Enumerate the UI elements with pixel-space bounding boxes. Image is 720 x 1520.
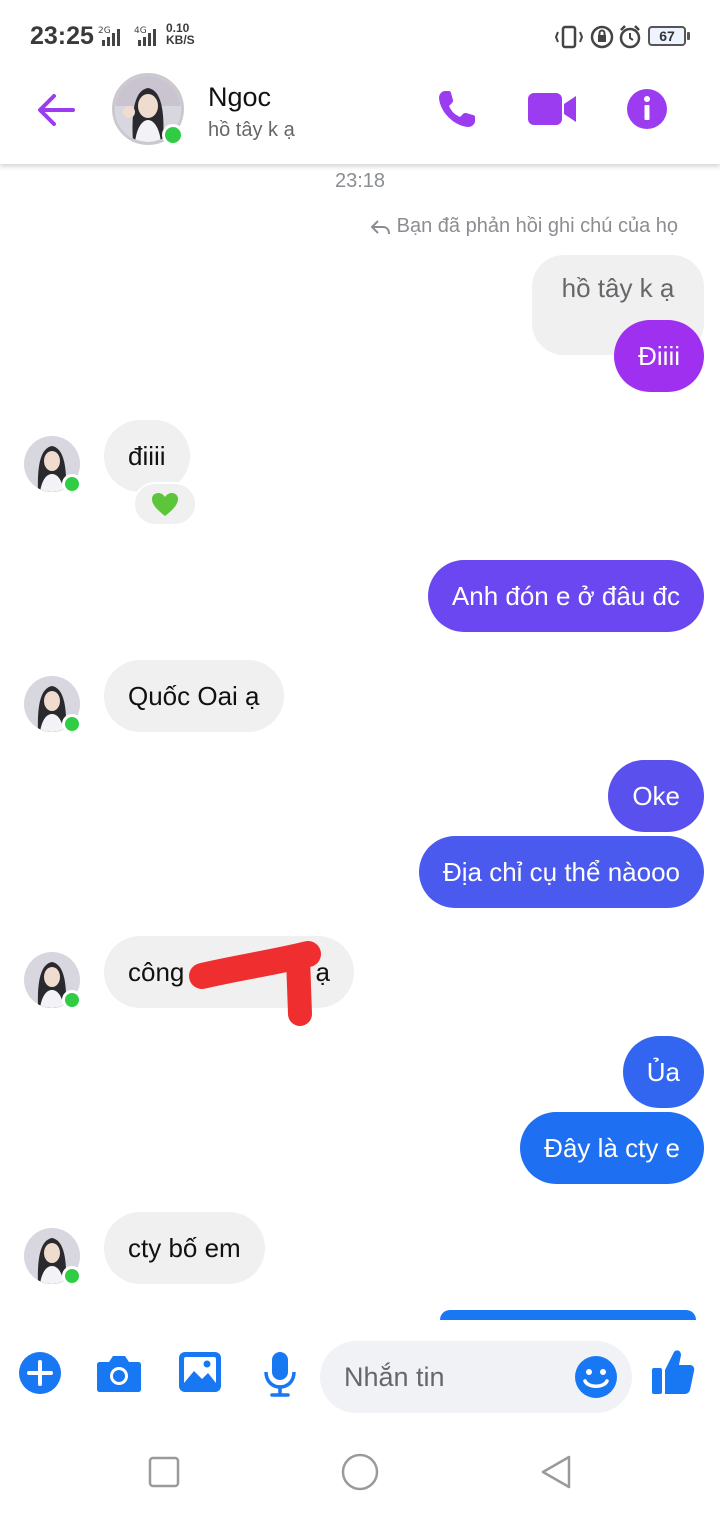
back-arrow-icon[interactable] xyxy=(36,92,76,128)
signal-4g-icon: 4G xyxy=(134,26,156,46)
status-time: 23:25 xyxy=(30,22,94,50)
online-status-dot xyxy=(62,714,82,734)
chat-timestamp: 23:18 xyxy=(334,170,386,192)
plus-icon[interactable] xyxy=(18,1351,62,1395)
back-nav-icon[interactable] xyxy=(538,1454,574,1490)
message-text-start: công xyxy=(128,957,185,987)
online-status-dot xyxy=(62,990,82,1010)
message-composer: Nhắn tin xyxy=(0,1320,720,1430)
green-heart-icon xyxy=(152,493,178,516)
phone-call-icon[interactable] xyxy=(436,88,478,130)
outgoing-message[interactable]: Đây là cty e xyxy=(520,1112,704,1184)
info-icon[interactable] xyxy=(626,88,668,130)
online-status-dot xyxy=(62,474,82,494)
video-call-icon[interactable] xyxy=(526,90,578,128)
emoji-icon[interactable] xyxy=(574,1355,618,1399)
redaction-scribble xyxy=(189,941,321,1026)
outgoing-message-partial[interactable] xyxy=(440,1310,696,1320)
recent-apps-icon[interactable] xyxy=(148,1456,180,1488)
battery-level: 67 xyxy=(659,28,675,44)
battery-icon: 67 xyxy=(648,26,690,46)
reply-arrow-icon xyxy=(370,219,390,234)
svg-text:4G: 4G xyxy=(134,26,147,36)
alarm-icon xyxy=(619,25,641,49)
reply-note-text: Bạn đã phản hồi ghi chú của họ xyxy=(396,215,678,237)
online-status-dot xyxy=(162,124,184,146)
status-bar: 23:25 2G 4G 0.10 KB/S 67 xyxy=(0,0,720,72)
signal-2g-icon: 2G xyxy=(98,26,120,46)
system-nav-bar xyxy=(0,1430,720,1520)
network-speed: 0.10 KB/S xyxy=(166,22,195,46)
outgoing-message[interactable]: Điiii xyxy=(614,320,704,392)
outgoing-message[interactable]: Ủa xyxy=(622,1036,704,1108)
incoming-message[interactable]: Quốc Oai ạ xyxy=(104,660,284,732)
camera-icon[interactable] xyxy=(96,1353,142,1393)
speed-unit: KB/S xyxy=(166,33,195,47)
online-status-dot xyxy=(62,1266,82,1286)
message-input-placeholder: Nhắn tin xyxy=(344,1362,445,1392)
gallery-icon[interactable] xyxy=(178,1351,222,1393)
contact-name[interactable]: Ngoc xyxy=(208,82,271,113)
like-thumb-icon[interactable] xyxy=(650,1348,696,1396)
contact-note: hồ tây k ạ xyxy=(208,119,295,141)
vibrate-icon xyxy=(554,25,584,49)
chat-header: Ngoc hồ tây k ạ xyxy=(0,72,720,164)
svg-text:2G: 2G xyxy=(98,26,111,36)
outgoing-message[interactable]: Địa chỉ cụ thể nàooo xyxy=(418,836,704,908)
microphone-icon[interactable] xyxy=(262,1350,298,1398)
incoming-message[interactable]: cty bố em xyxy=(104,1212,265,1284)
lock-rotation-icon xyxy=(590,25,614,49)
home-icon[interactable] xyxy=(340,1452,380,1492)
reaction-badge[interactable] xyxy=(133,482,197,526)
outgoing-message[interactable]: Oke xyxy=(608,760,704,832)
outgoing-message[interactable]: Anh đón e ở đâu đc xyxy=(427,560,704,632)
reply-note: Bạn đã phản hồi ghi chú của họ xyxy=(369,215,678,238)
